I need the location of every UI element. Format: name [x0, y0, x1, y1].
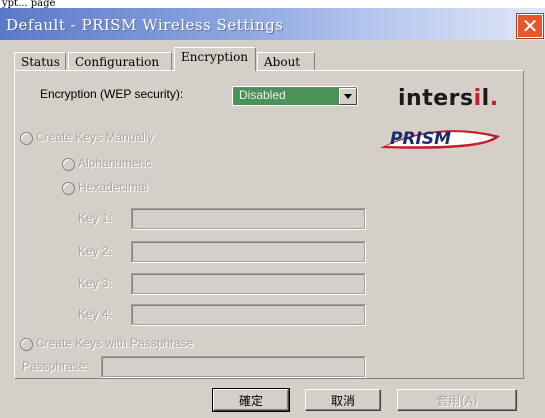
radio-hexadecimal[interactable] [62, 182, 75, 195]
title-bar: Default - PRISM Wireless Settings ✕ [0, 8, 545, 40]
top-caption: ypt... page [0, 0, 545, 8]
tab-status[interactable]: Status [14, 52, 66, 70]
prism-logo: PRISM [380, 129, 500, 149]
key3-label: Key 3: [78, 276, 113, 290]
cancel-button[interactable]: 取消 [305, 389, 381, 411]
intersil-logo-dot: . [489, 86, 499, 111]
ok-button[interactable]: 確定 [212, 388, 290, 412]
create-keys-manually-label: Create Keys Manually [36, 130, 154, 144]
tab-encryption[interactable]: Encryption [174, 47, 256, 71]
passphrase-label: Passphrase: [22, 359, 89, 373]
intersil-logo: intersil. [398, 86, 499, 111]
window-title: Default - PRISM Wireless Settings [6, 16, 284, 34]
prism-logo-text: PRISM [390, 129, 451, 149]
passphrase-input[interactable] [101, 356, 365, 377]
key2-input[interactable] [131, 241, 365, 262]
key3-input[interactable] [131, 273, 365, 294]
key1-input[interactable] [131, 208, 365, 229]
key4-input[interactable] [131, 304, 365, 325]
radio-create-keys-manually[interactable] [20, 132, 33, 145]
intersil-logo-text: inters [398, 86, 474, 111]
create-keys-passphrase-label: Create Keys with Passphrase [36, 336, 194, 350]
key4-label: Key 4: [78, 307, 113, 321]
hexadecimal-label: Hexadecimal [78, 180, 148, 194]
encryption-label: Encryption (WEP security): [40, 87, 184, 101]
chevron-down-icon[interactable] [339, 88, 356, 104]
intersil-logo-i: i [473, 86, 482, 111]
key2-label: Key 2: [78, 244, 113, 258]
radio-create-keys-passphrase[interactable] [20, 338, 33, 351]
intersil-logo-l: l [481, 86, 490, 111]
apply-button[interactable]: 套用(A) [397, 389, 517, 411]
alphanumeric-label: Alphanumeric [78, 156, 152, 170]
encryption-select[interactable]: Disabled [232, 86, 358, 106]
encryption-select-value: Disabled [239, 88, 286, 102]
tab-configuration[interactable]: Configuration [68, 52, 172, 70]
radio-alphanumeric[interactable] [62, 158, 75, 171]
close-button[interactable]: ✕ [517, 14, 543, 38]
close-icon: ✕ [521, 14, 539, 38]
tab-about[interactable]: About [257, 52, 315, 70]
key1-label: Key 1: [78, 211, 113, 225]
wireless-settings-dialog: Default - PRISM Wireless Settings ✕ Stat… [0, 8, 545, 418]
